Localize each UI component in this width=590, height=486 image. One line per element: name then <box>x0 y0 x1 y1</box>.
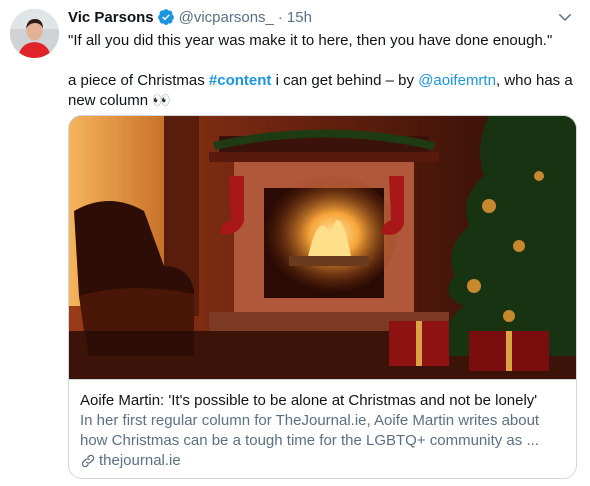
separator-dot: · <box>277 8 283 26</box>
mention-link[interactable]: @aoifemrtn <box>418 72 496 89</box>
link-icon <box>81 454 95 468</box>
card-domain-text[interactable]: thejournal.ie <box>99 451 181 471</box>
card-description: In her first regular column for TheJourn… <box>80 412 540 449</box>
text-segment: a piece of Christmas <box>68 72 209 89</box>
author-handle[interactable]: @vicparsons_ <box>179 9 274 26</box>
verified-badge-icon <box>157 9 174 26</box>
chevron-down-icon[interactable] <box>556 8 574 26</box>
tweet-quote: "If all you did this year was make it to… <box>68 32 553 49</box>
link-card[interactable]: Aoife Martin: 'It's possible to be alone… <box>68 115 577 479</box>
card-domain[interactable]: thejournal.ie <box>80 451 565 471</box>
fireplace-christmas-tree-image <box>69 116 576 379</box>
author-name[interactable]: Vic Parsons <box>68 9 154 26</box>
tweet-header: Vic Parsons @vicparsons_ · 15h <box>68 6 574 28</box>
avatar[interactable] <box>10 9 59 58</box>
card-title[interactable]: Aoife Martin: 'It's possible to be alone… <box>80 391 565 411</box>
tweet-body: a piece of Christmas #content i can get … <box>68 71 578 111</box>
card-body[interactable]: Aoife Martin: 'It's possible to be alone… <box>69 379 576 478</box>
tweet-time[interactable]: 15h <box>287 9 312 26</box>
text-segment: i can get behind – by <box>271 72 419 89</box>
hashtag-link[interactable]: #content <box>209 72 272 89</box>
eyes-emoji: 👀 <box>152 92 171 109</box>
tweet-text: "If all you did this year was make it to… <box>68 31 578 111</box>
